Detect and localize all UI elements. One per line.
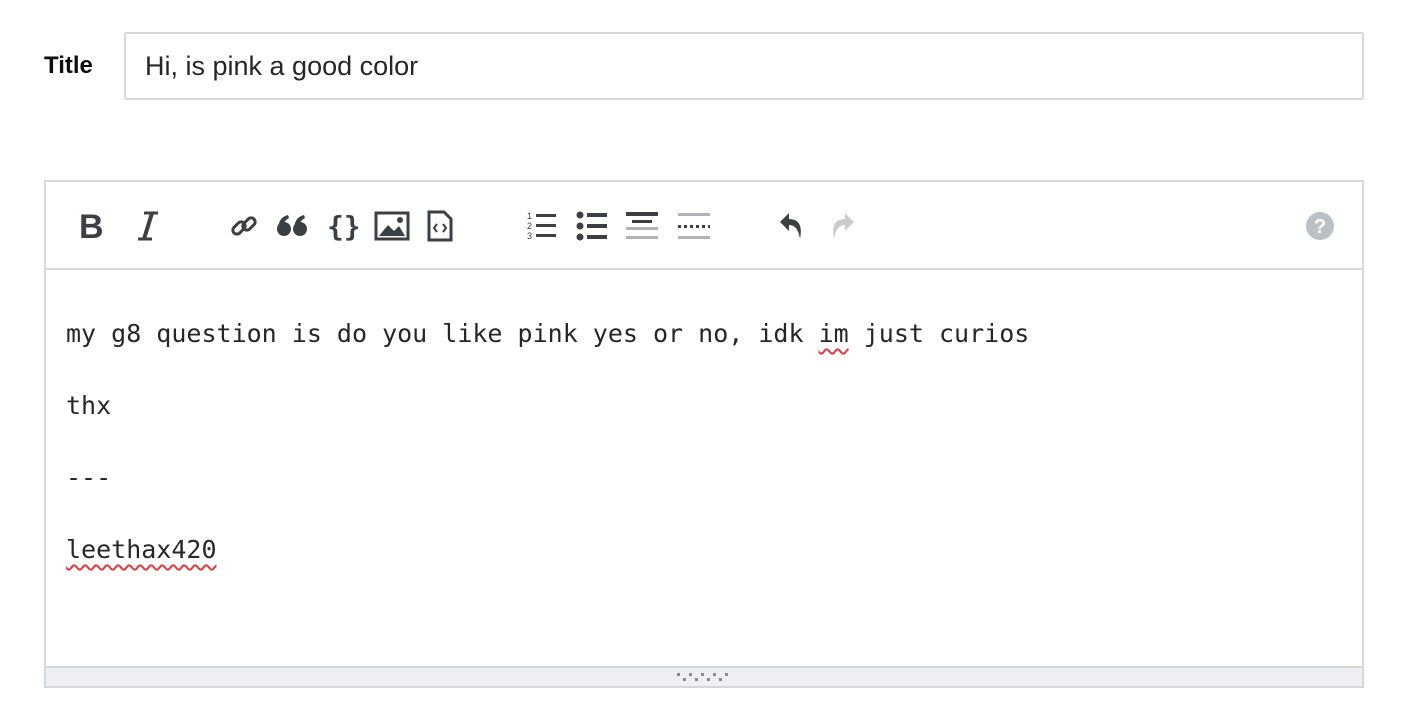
help-button[interactable]: ? [1298, 204, 1342, 248]
undo-button[interactable] [770, 204, 814, 248]
italic-icon [138, 211, 158, 241]
ordered-list-icon: 1 2 3 [527, 211, 556, 241]
title-row: Title [44, 32, 1364, 100]
title-label: Title [44, 52, 93, 79]
svg-text:?: ? [1314, 216, 1326, 238]
bold-button[interactable]: B [68, 204, 112, 248]
undo-icon [780, 213, 801, 239]
body-text: just curios [848, 319, 1030, 348]
code-button[interactable]: {} [320, 204, 364, 248]
italic-button[interactable] [126, 204, 170, 248]
quote-button[interactable] [270, 204, 314, 248]
quote-icon [277, 215, 307, 236]
numbered-list-button[interactable]: 1 2 3 [520, 204, 564, 248]
redo-icon [833, 213, 854, 239]
link-icon [231, 216, 257, 236]
heading-icon [626, 212, 658, 239]
snippet-icon [427, 210, 453, 242]
heading-button[interactable] [620, 204, 664, 248]
horizontal-rule-button[interactable] [672, 204, 716, 248]
grip-dots-icon [677, 673, 728, 681]
markdown-editor: B {} 1 2 3 ? my g8 question is do you li… [44, 180, 1364, 688]
redo-button[interactable] [820, 204, 864, 248]
bold-icon: B [79, 210, 104, 242]
misspelled-word: im [818, 319, 849, 348]
svg-text:1: 1 [527, 211, 532, 221]
bulleted-list-icon [576, 211, 607, 241]
bulleted-list-button[interactable] [570, 204, 614, 248]
title-input[interactable] [124, 32, 1364, 100]
help-icon: ? [1306, 212, 1334, 240]
horizontal-rule-icon [678, 213, 710, 239]
body-line: thx [66, 391, 112, 420]
link-button[interactable] [222, 204, 266, 248]
svg-text:{}: {} [327, 210, 358, 242]
snippet-button[interactable] [418, 204, 462, 248]
body-text: my g8 question is do you like pink yes o… [66, 319, 819, 348]
signature-text: leethax420 [66, 535, 217, 564]
body-line: my g8 question is do you like pink yes o… [66, 316, 1342, 352]
svg-text:2: 2 [527, 221, 532, 231]
svg-text:B: B [79, 210, 104, 242]
image-button[interactable] [370, 204, 414, 248]
resize-grip[interactable] [46, 666, 1362, 686]
code-braces-icon: {} [327, 210, 358, 242]
editor-body[interactable]: my g8 question is do you like pink yes o… [46, 272, 1362, 668]
svg-text:3: 3 [527, 231, 532, 241]
body-line: leethax420 [66, 532, 1342, 568]
editor-toolbar: B {} 1 2 3 ? [46, 182, 1362, 270]
image-icon [374, 211, 410, 241]
body-line: --- [66, 463, 112, 492]
